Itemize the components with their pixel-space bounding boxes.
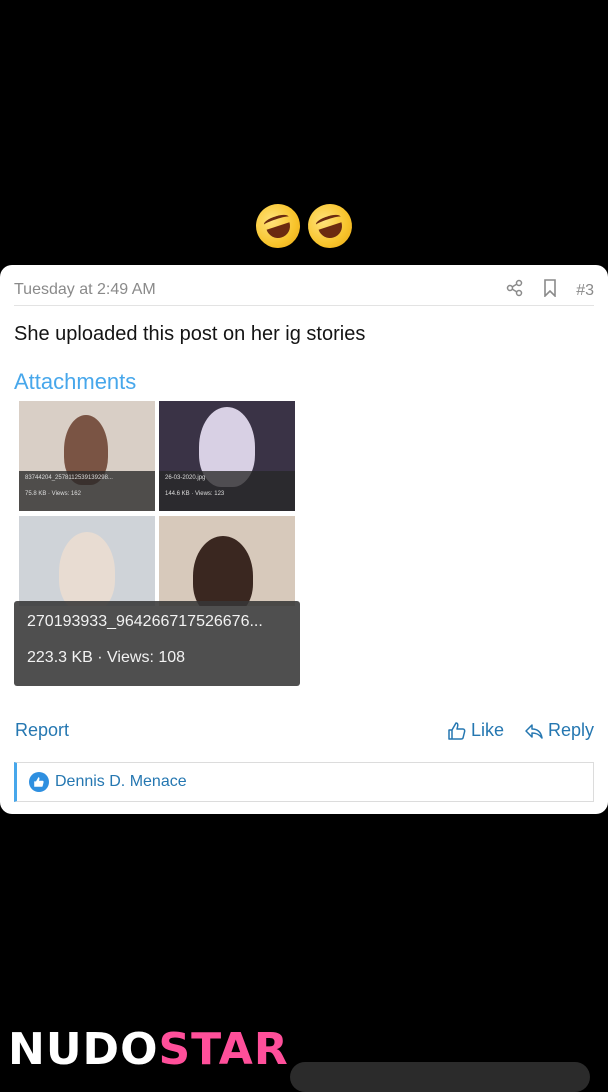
attachment-thumbnail-4[interactable]: [159, 516, 295, 606]
reply-arrow-icon: [525, 723, 543, 739]
reactions-bar: Dennis D. Menace: [14, 762, 594, 802]
thumbs-up-icon: [448, 721, 466, 740]
rolling-laughing-emoji-icon: [250, 198, 306, 254]
post-card: Tuesday at 2:49 AM #3 She uploaded this …: [0, 265, 608, 814]
rolling-laughing-emoji-icon: [302, 198, 358, 254]
share-icon[interactable]: [506, 279, 524, 302]
like-label: Like: [470, 720, 504, 740]
post-actions-bar: Report Like Reply: [14, 720, 594, 744]
reactor-name-link[interactable]: Dennis D. Menace: [55, 773, 187, 791]
reply-label: Reply: [547, 720, 594, 740]
attachment-filename: 83744204_2578112539139298...: [25, 475, 113, 481]
bookmark-icon[interactable]: [542, 279, 558, 302]
reply-button[interactable]: Reply: [524, 720, 594, 741]
attachment-thumbnail-1[interactable]: 83744204_2578112539139298... 75.8 KB · V…: [19, 401, 155, 511]
like-reaction-icon: [29, 772, 49, 792]
attachment-info: 75.8 KB · Views: 162: [25, 491, 81, 497]
post-timestamp[interactable]: Tuesday at 2:49 AM: [14, 281, 156, 299]
attachments-heading: Attachments: [14, 369, 137, 394]
site-watermark: NUDOSTAR: [8, 1024, 289, 1075]
attachment-filename: 270193933_964266717526676...: [27, 613, 263, 630]
attachment-hover-caption[interactable]: 270193933_964266717526676... 223.3 KB · …: [14, 601, 300, 686]
attachment-thumbnail-3[interactable]: [19, 516, 155, 606]
attachment-info: 223.3 KB · Views: 108: [27, 649, 186, 666]
post-body-text: She uploaded this post on her ig stories: [14, 323, 366, 345]
post-number-link[interactable]: #3: [576, 282, 594, 300]
emoji-reaction-row: [0, 198, 608, 254]
attachment-info: 144.6 KB · Views: 123: [165, 491, 225, 497]
report-button[interactable]: Report: [15, 720, 69, 741]
attachment-thumbnail-2[interactable]: 26-03-2020.jpg 144.6 KB · Views: 123: [159, 401, 295, 511]
bottom-overlay-bar: [290, 1062, 590, 1092]
attachment-filename: 26-03-2020.jpg: [165, 475, 206, 481]
post-meta-bar: Tuesday at 2:49 AM #3: [14, 279, 594, 306]
like-button[interactable]: Like: [447, 720, 504, 741]
